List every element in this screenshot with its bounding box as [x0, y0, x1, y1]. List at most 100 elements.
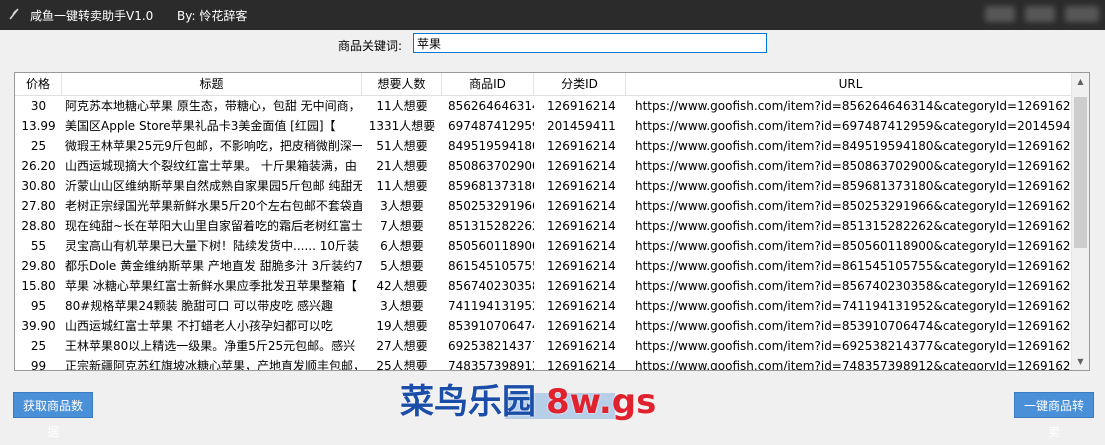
cell-item-id: 850253291966 — [448, 199, 534, 213]
cell-item-id: 692538214377 — [448, 339, 534, 353]
cell-title: 都乐Dole 黄金维纳斯苹果 产地直发 甜脆多汁 3斤装约7 — [65, 259, 362, 273]
cell-wants: 11人想要 — [376, 179, 428, 193]
cell-price: 30 — [30, 99, 47, 113]
keyword-input[interactable] — [413, 33, 767, 53]
cell-item-id: 850863702900 — [448, 159, 534, 173]
title-bar: 咸鱼一键转卖助手V1.0 By: 怜花辞客 — [0, 0, 1105, 30]
cell-url: https://www.goofish.com/item?id=84951959… — [635, 139, 1075, 153]
table-row[interactable]: 30 阿克苏本地糖心苹果 原生态，带糖心，包甜 无中间商， 11人想要 8562646… — [15, 96, 1075, 116]
fetch-products-button[interactable]: 获取商品数据 — [13, 392, 93, 439]
cell-wants: 1331人想要 — [368, 119, 436, 133]
scrollbar-thumb[interactable] — [1074, 97, 1087, 248]
cell-title: 美国区Apple Store苹果礼品卡3美金面值 [红园]【 — [65, 119, 336, 133]
cell-url: https://www.goofish.com/item?id=85025329… — [635, 199, 1075, 213]
cell-price: 29.80 — [21, 259, 56, 273]
cell-item-id: 850560118900 — [448, 239, 534, 253]
cell-title: 山西运城红富士苹果 不打蜡老人小孩孕妇都可以吃 — [65, 319, 333, 333]
table-row[interactable]: 28.80 现在纯甜~长在苹阳大山里自家留着吃的霜后老树红富士 7人想要 851315… — [15, 216, 1075, 236]
cell-price: 95 — [30, 299, 47, 313]
cell-url: https://www.goofish.com/item?id=85626464… — [635, 99, 1075, 113]
cell-wants: 7人想要 — [380, 219, 424, 233]
cell-wants: 5人想要 — [380, 259, 424, 273]
cell-category-id: 126916214 — [547, 259, 616, 273]
cell-wants: 42人想要 — [376, 279, 428, 293]
cell-price: 25 — [30, 139, 47, 153]
cell-wants: 21人想要 — [376, 159, 428, 173]
cell-item-id: 859681373180 — [448, 179, 534, 193]
table-header: 价格 标题 想要人数 商品ID 分类ID URL — [15, 73, 1075, 96]
table-row[interactable]: 29.80 都乐Dole 黄金维纳斯苹果 产地直发 甜脆多汁 3斤装约7 5人想要 8… — [15, 256, 1075, 276]
cell-wants: 27人想要 — [376, 339, 428, 353]
cell-category-id: 126916214 — [547, 219, 616, 233]
table-row[interactable]: 15.80 苹果 冰糖心苹果红富士新鲜水果应季批发丑苹果整箱【 42人想要 85674… — [15, 276, 1075, 296]
cell-item-id: 748357398912 — [448, 359, 534, 371]
cell-title: 微瑕王林苹果25元9斤包邮，不影响吃，把皮稍微削深一 — [65, 139, 362, 153]
cell-category-id: 126916214 — [547, 139, 616, 153]
blurred-window-controls — [985, 6, 1015, 22]
cell-title: 老树正宗绿国光苹果新鲜水果5斤20个左右包邮不套袋直 — [65, 199, 362, 213]
table-row[interactable]: 39.90 山西运城红富士苹果 不打蜡老人小孩孕妇都可以吃 19人想要 8539107… — [15, 316, 1075, 336]
table-row[interactable]: 26.20 山西运城现摘大个裂纹红富士苹果。 十斤果箱装满，由 21人想要 85086… — [15, 156, 1075, 176]
column-header-price[interactable]: 价格 — [15, 73, 62, 95]
table-row[interactable]: 13.99 美国区Apple Store苹果礼品卡3美金面值 [红园]【 1331人… — [15, 116, 1075, 136]
cell-category-id: 126916214 — [547, 319, 616, 333]
cell-price: 27.80 — [21, 199, 56, 213]
window-title: 咸鱼一键转卖助手V1.0 — [30, 9, 154, 23]
cell-wants: 3人想要 — [380, 299, 424, 313]
cell-price: 99 — [30, 359, 47, 371]
cell-wants: 25人想要 — [376, 359, 428, 371]
cell-category-id: 126916214 — [547, 239, 616, 253]
cell-title: 80#规格苹果24颗装 脆甜可口 可以带皮吃 感兴趣 — [65, 299, 334, 313]
cell-price: 55 — [30, 239, 47, 253]
resell-button[interactable]: 一键商品转卖 — [1014, 392, 1094, 439]
cell-url: https://www.goofish.com/item?id=86154510… — [635, 259, 1075, 273]
cell-price: 13.99 — [21, 119, 56, 133]
cell-title: 山西运城现摘大个裂纹红富士苹果。 十斤果箱装满，由 — [65, 159, 357, 173]
table-row[interactable]: 55 灵宝高山有机苹果已大量下树！陆续发货中...... 10斤装 6人想要 8505… — [15, 236, 1075, 256]
cell-title: 王林苹果80以上精选一级果。净重5斤25元包邮。感兴 — [65, 339, 356, 353]
feather-icon — [9, 8, 19, 20]
column-header-url[interactable]: URL — [626, 73, 1075, 95]
cell-wants: 11人想要 — [376, 99, 428, 113]
cell-price: 30.80 — [21, 179, 56, 193]
table-row[interactable]: 25 微瑕王林苹果25元9斤包邮，不影响吃，把皮稍微削深一 51人想要 8495195… — [15, 136, 1075, 156]
cell-item-id: 853910706474 — [448, 319, 534, 333]
vertical-scrollbar[interactable]: ▲ ▼ — [1071, 73, 1089, 370]
cell-url: https://www.goofish.com/item?id=85086370… — [635, 159, 1075, 173]
table-row[interactable]: 27.80 老树正宗绿国光苹果新鲜水果5斤20个左右包邮不套袋直 3人想要 85025… — [15, 196, 1075, 216]
table-row[interactable]: 99 正宗新疆阿克苏红旗坡冰糖心苹果，产地直发顺丰包邮， 25人想要 74835739… — [15, 356, 1075, 371]
cell-category-id: 126916214 — [547, 279, 616, 293]
cell-wants: 51人想要 — [376, 139, 428, 153]
cell-url: https://www.goofish.com/item?id=85056011… — [635, 239, 1075, 253]
cell-category-id: 126916214 — [547, 339, 616, 353]
table-row[interactable]: 25 王林苹果80以上精选一级果。净重5斤25元包邮。感兴 27人想要 6925382… — [15, 336, 1075, 356]
column-header-title[interactable]: 标题 — [62, 73, 362, 95]
cell-price: 25 — [30, 339, 47, 353]
cell-price: 28.80 — [21, 219, 56, 233]
cell-url: https://www.goofish.com/item?id=85131528… — [635, 219, 1075, 233]
product-table: 价格 标题 想要人数 商品ID 分类ID URL 30 阿克苏本地糖心苹果 原生态… — [14, 72, 1090, 371]
watermark: 菜鸟乐园 8w.gs — [400, 374, 656, 423]
column-header-item-id[interactable]: 商品ID — [442, 73, 534, 95]
cell-category-id: 126916214 — [547, 179, 616, 193]
arrow-up-icon[interactable]: ▲ — [1072, 73, 1089, 90]
arrow-down-icon[interactable]: ▼ — [1072, 353, 1089, 370]
keyword-label: 商品关键词: — [338, 39, 403, 53]
cell-category-id: 201459411 — [547, 119, 616, 133]
cell-url: https://www.goofish.com/item?id=74835739… — [635, 359, 1075, 371]
cell-category-id: 126916214 — [547, 359, 616, 371]
table-row[interactable]: 95 80#规格苹果24颗装 脆甜可口 可以带皮吃 感兴趣 3人想要 74119413… — [15, 296, 1075, 316]
cell-category-id: 126916214 — [547, 99, 616, 113]
table-row[interactable]: 30.80 沂蒙山山区维纳斯苹果自然成熟自家果园5斤包邮 纯甜无 11人想要 8596… — [15, 176, 1075, 196]
cell-title: 正宗新疆阿克苏红旗坡冰糖心苹果，产地直发顺丰包邮， — [65, 359, 362, 371]
cell-wants: 6人想要 — [380, 239, 424, 253]
cell-item-id: 856740230358 — [448, 279, 534, 293]
cell-category-id: 126916214 — [547, 299, 616, 313]
column-header-wants[interactable]: 想要人数 — [362, 73, 442, 95]
cell-item-id: 851315282262 — [448, 219, 534, 233]
cell-title: 现在纯甜~长在苹阳大山里自家留着吃的霜后老树红富士 — [65, 219, 362, 233]
column-header-category-id[interactable]: 分类ID — [534, 73, 626, 95]
cell-url: https://www.goofish.com/item?id=85968137… — [635, 179, 1075, 193]
watermark-en: 8w.gs — [546, 382, 657, 422]
cell-url: https://www.goofish.com/item?id=69748741… — [635, 119, 1075, 133]
